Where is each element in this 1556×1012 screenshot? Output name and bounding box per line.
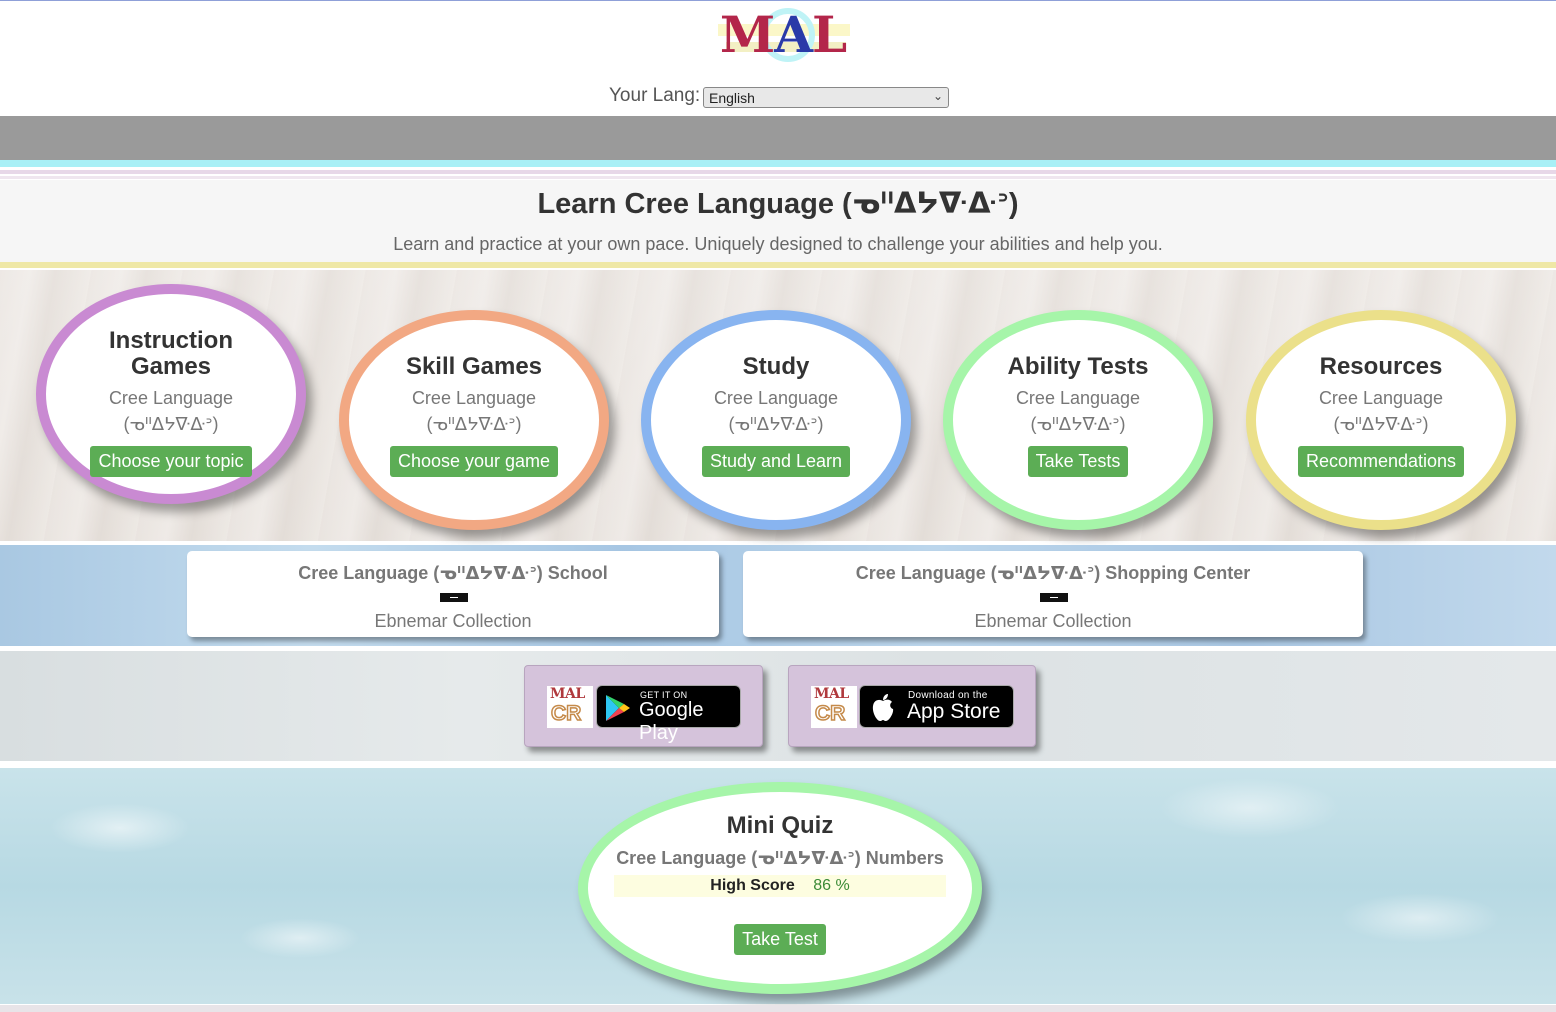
card-subtitle: Cree Language <box>411 388 537 408</box>
divider <box>0 1005 1556 1012</box>
mini-quiz-card: Mini Quiz Cree Language (ᓀᐦᐃᔭᐍᐏᐣ) Number… <box>578 782 982 994</box>
divider <box>0 160 1556 167</box>
card-title: Ability Tests <box>1007 353 1149 380</box>
quiz-title: Mini Quiz <box>726 812 834 839</box>
link-subtitle: Ebnemar Collection <box>374 611 532 631</box>
apple-icon <box>872 694 894 721</box>
card-study[interactable]: Study Cree Language (ᓀᐦᐃᔭᐍᐏᐣ) Study and … <box>641 310 911 530</box>
high-score-label: High Score <box>710 877 795 894</box>
divider <box>0 262 1556 268</box>
google-play-panel: MAL CR GET IT ON Google Play <box>524 665 763 747</box>
logo-text: MAL <box>719 5 847 64</box>
mal-logo[interactable]: MAL <box>708 8 858 68</box>
divider <box>0 176 1556 179</box>
language-select[interactable]: English ⌄ <box>703 87 949 108</box>
feature-cards-section: Instruction Games Cree Language (ᓀᐦᐃᔭᐍᐏᐣ… <box>0 270 1556 541</box>
minus-icon <box>1040 593 1068 602</box>
choose-topic-button[interactable]: Choose your topic <box>90 446 252 477</box>
app-logo: MAL CR <box>811 686 857 728</box>
card-subtitle: Cree Language <box>1015 388 1141 408</box>
app-stores-section: MAL CR GET IT ON Google Play MAL CR Down… <box>0 651 1556 761</box>
chevron-down-icon: ⌄ <box>932 89 943 103</box>
card-subtitle-cree: (ᓀᐦᐃᔭᐍᐏᐣ) <box>1333 414 1429 434</box>
take-tests-button[interactable]: Take Tests <box>1027 446 1129 477</box>
card-subtitle-cree: (ᓀᐦᐃᔭᐍᐏᐣ) <box>426 414 522 434</box>
study-learn-button[interactable]: Study and Learn <box>701 446 851 477</box>
card-subtitle-cree: (ᓀᐦᐃᔭᐍᐏᐣ) <box>1030 414 1126 434</box>
card-title: Study <box>742 353 810 380</box>
card-resources[interactable]: Resources Cree Language (ᓀᐦᐃᔭᐍᐏᐣ) Recomm… <box>1246 310 1516 530</box>
app-store-panel: MAL CR Download on the App Store <box>788 665 1036 747</box>
high-score-value: 86 % <box>813 877 850 894</box>
card-instruction-games[interactable]: Instruction Games Cree Language (ᓀᐦᐃᔭᐍᐏᐣ… <box>36 284 306 504</box>
card-subtitle-cree: (ᓀᐦᐃᔭᐍᐏᐣ) <box>728 414 824 434</box>
language-label: Your Lang: <box>609 85 701 106</box>
minus-icon <box>440 593 468 602</box>
page-subtitle: Learn and practice at your own pace. Uni… <box>393 234 1163 254</box>
take-test-button[interactable]: Take Test <box>734 924 826 955</box>
link-title: Cree Language (ᓀᐦᐃᔭᐍᐏᐣ) Shopping Center <box>855 563 1251 583</box>
app-store-badge[interactable]: Download on the App Store <box>859 685 1014 728</box>
school-link[interactable]: Cree Language (ᓀᐦᐃᔭᐍᐏᐣ) School Ebnemar C… <box>187 551 719 637</box>
high-score-row: High Score 86 % <box>614 875 946 897</box>
recommendations-button[interactable]: Recommendations <box>1297 446 1465 477</box>
card-title: Resources <box>1319 353 1443 380</box>
card-subtitle: Cree Language <box>713 388 839 408</box>
link-title: Cree Language (ᓀᐦᐃᔭᐍᐏᐣ) School <box>298 563 608 583</box>
card-ability-tests[interactable]: Ability Tests Cree Language (ᓀᐦᐃᔭᐍᐏᐣ) Ta… <box>943 310 1213 530</box>
link-subtitle: Ebnemar Collection <box>974 611 1132 631</box>
mini-quiz-section: Mini Quiz Cree Language (ᓀᐦᐃᔭᐍᐏᐣ) Number… <box>0 768 1556 1004</box>
google-play-icon <box>606 695 630 721</box>
card-title: Instruction Games <box>109 327 233 380</box>
card-title: Skill Games <box>405 353 543 380</box>
top-border <box>0 0 1556 1</box>
card-subtitle: Cree Language <box>108 388 234 408</box>
divider <box>0 170 1556 174</box>
choose-game-button[interactable]: Choose your game <box>389 446 559 477</box>
card-subtitle: Cree Language <box>1318 388 1444 408</box>
app-logo: MAL CR <box>547 686 593 728</box>
page-title: Learn Cree Language (ᓀᐦᐃᔭᐍᐏᐣ) <box>537 188 1019 220</box>
language-row: Your Lang: English ⌄ <box>0 84 1556 110</box>
links-section: Cree Language (ᓀᐦᐃᔭᐍᐏᐣ) School Ebnemar C… <box>0 545 1556 646</box>
quiz-subtitle: Cree Language (ᓀᐦᐃᔭᐍᐏᐣ) Numbers <box>616 848 944 868</box>
nav-bar <box>0 116 1556 160</box>
card-subtitle-cree: (ᓀᐦᐃᔭᐍᐏᐣ) <box>123 414 219 434</box>
hero-section: Learn Cree Language (ᓀᐦᐃᔭᐍᐏᐣ) Learn and … <box>0 180 1556 262</box>
shopping-center-link[interactable]: Cree Language (ᓀᐦᐃᔭᐍᐏᐣ) Shopping Center … <box>743 551 1363 637</box>
google-play-badge[interactable]: GET IT ON Google Play <box>596 685 741 744</box>
card-skill-games[interactable]: Skill Games Cree Language (ᓀᐦᐃᔭᐍᐏᐣ) Choo… <box>339 310 609 530</box>
language-selected-value: English <box>709 90 755 106</box>
